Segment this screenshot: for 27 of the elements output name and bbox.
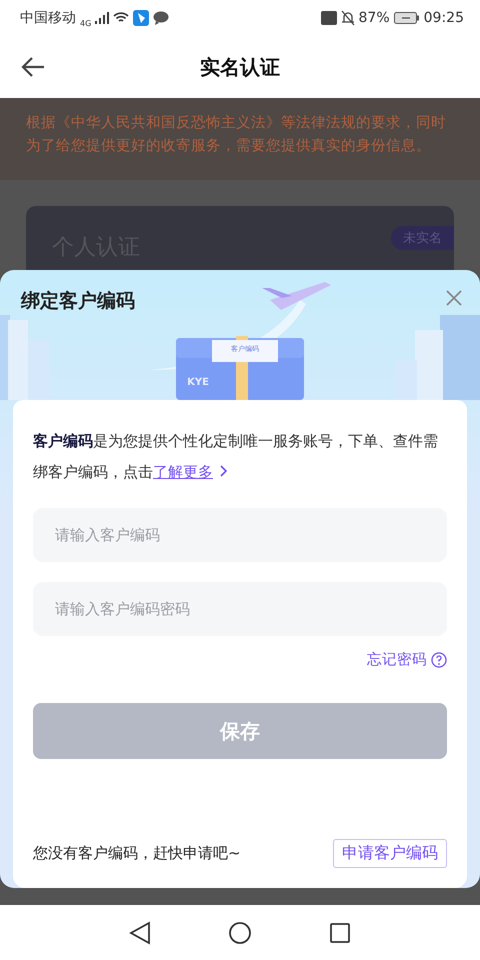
learn-more-link[interactable]: 了解更多 <box>153 463 213 481</box>
description-text: 客户编码是为您提供个性化定制唯一服务账号，下单、查件需绑客户编码，点击了解更多 <box>33 431 439 483</box>
network-type: 4G <box>80 18 92 28</box>
page-title: 实名认证 <box>199 54 281 80</box>
close-icon[interactable] <box>446 290 462 306</box>
battery-level: 87% <box>358 10 390 26</box>
message-icon <box>153 11 170 25</box>
input-field[interactable]: 请输入客户编码 <box>33 508 447 562</box>
back-icon[interactable] <box>20 56 46 78</box>
apply-button[interactable]: 申请客户编码 <box>333 839 447 868</box>
notice-text: 根据《中华人民共和国反恐怖主义法》等法律法规的要求，同时为了给您提供更好的收寄服务，需要您提供真实的身份信息。 <box>0 98 480 180</box>
recents-icon[interactable] <box>329 922 352 944</box>
input-field[interactable]: 请输入客户编码密码 <box>33 582 447 636</box>
clock-time: 09:25 <box>424 10 464 26</box>
forgot-password-link[interactable]: 忘记密码 <box>367 650 447 669</box>
home-icon[interactable] <box>228 920 252 944</box>
dialog-title: 绑定客户编码 <box>21 289 135 314</box>
app-icon <box>133 10 150 26</box>
signal-icon <box>95 12 110 24</box>
apply-prompt: 您没有客户编码，赶快申请吧~ <box>33 844 241 863</box>
box-logo: KYE <box>187 377 209 388</box>
wifi-icon <box>113 12 130 24</box>
battery-icon <box>394 12 420 24</box>
help-icon <box>431 652 447 668</box>
mute-bell-icon <box>340 10 355 26</box>
carrier-name: 中国移动 <box>20 9 76 27</box>
back-nav-icon[interactable] <box>128 920 151 944</box>
